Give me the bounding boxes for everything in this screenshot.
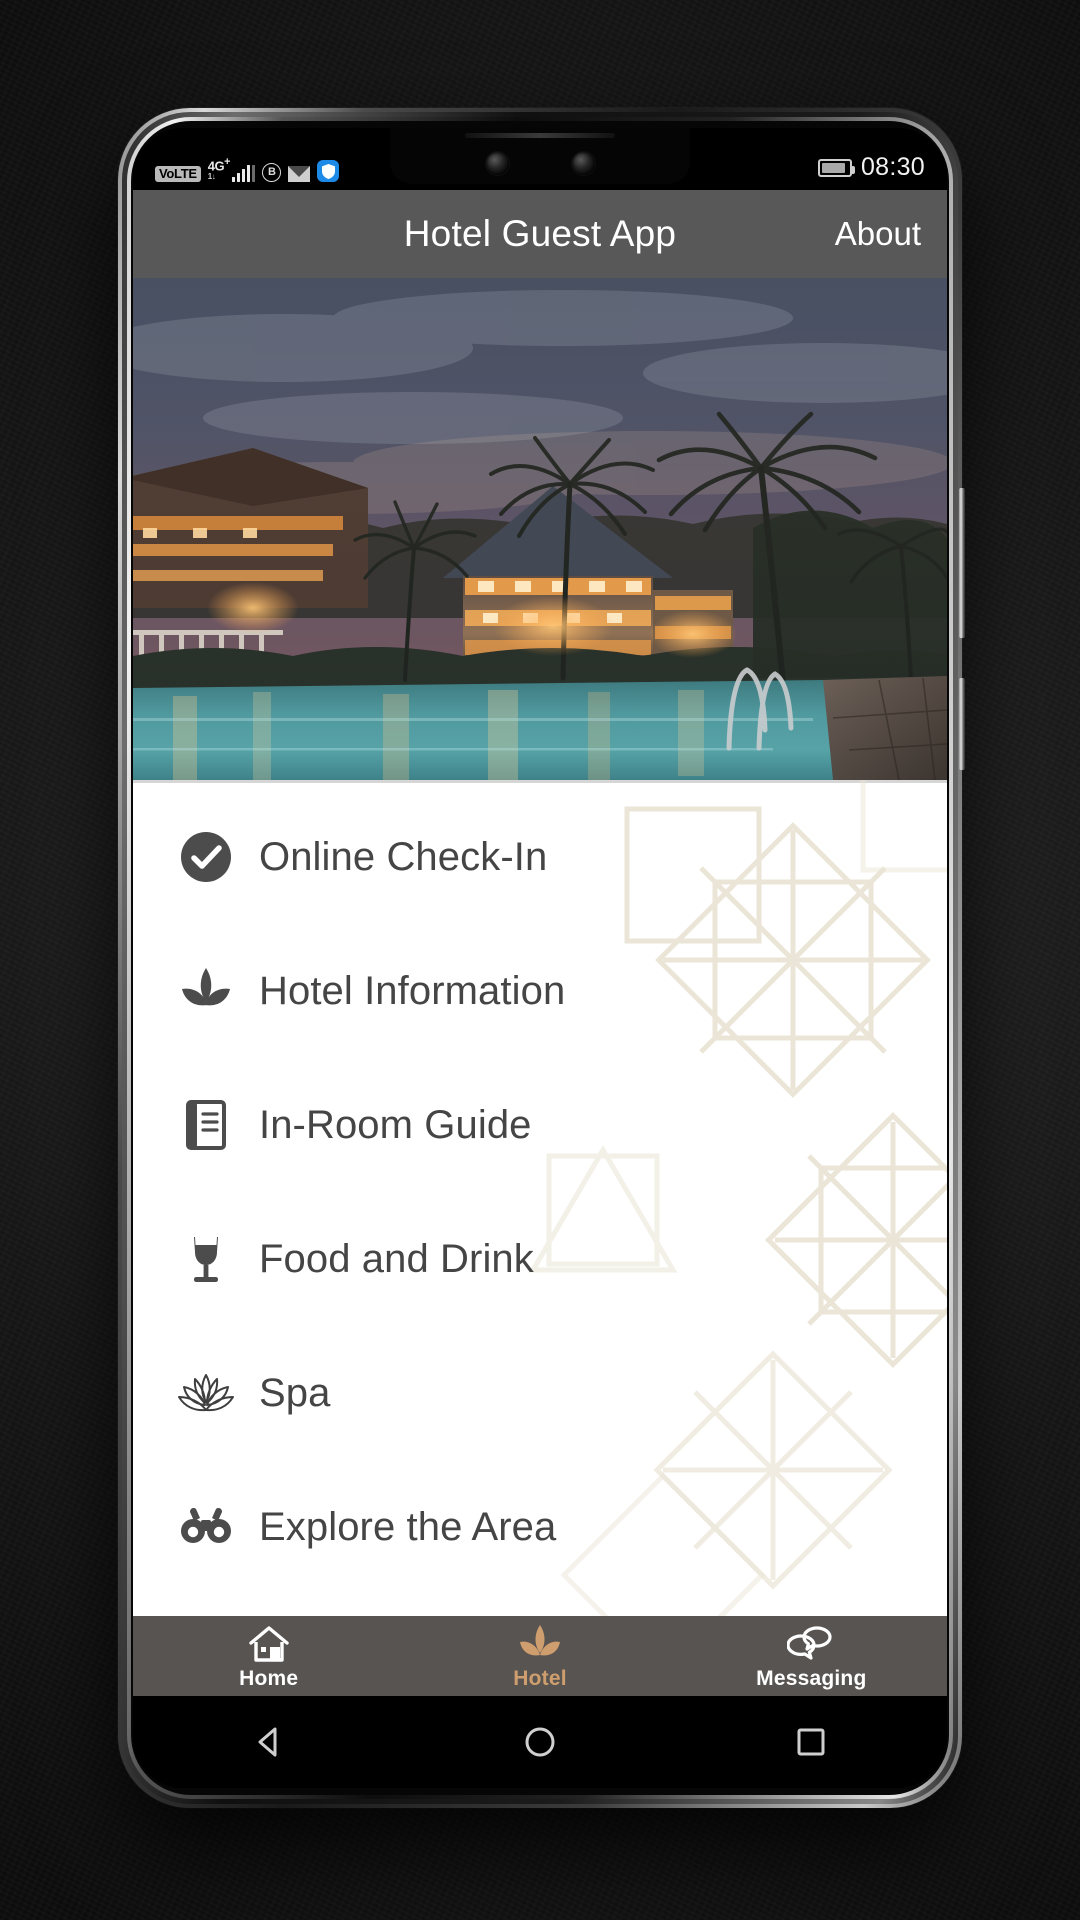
signal-strength-bars: [231, 165, 256, 182]
front-camera-icon: [486, 152, 509, 175]
binoculars-icon: [175, 1496, 237, 1558]
chat-bubbles-icon: [787, 1622, 835, 1664]
earpiece-speaker: [465, 133, 615, 138]
signal-bars-icon: 4G+ 1↓: [207, 155, 256, 182]
volte-badge: VoLTE: [155, 166, 201, 182]
menu-item-label: Food and Drink: [259, 1236, 534, 1281]
circle-b-icon: B: [262, 163, 282, 182]
wine-glass-icon: [175, 1228, 237, 1290]
menu-item-food-and-drink[interactable]: Food and Drink: [133, 1192, 947, 1326]
menu-item-label: In-Room Guide: [259, 1102, 532, 1147]
leaf-icon: [518, 1622, 562, 1664]
bottom-tab-bar: Home Hotel Messaging: [133, 1616, 947, 1696]
menu-item-label: Explore the Area: [259, 1504, 557, 1549]
tab-label: Messaging: [756, 1666, 867, 1690]
back-button[interactable]: [209, 1722, 329, 1762]
leaf-icon: [175, 960, 237, 1022]
menu-list-panel: Online Check-In Hotel Information In-Roo…: [133, 780, 947, 1616]
tab-messaging[interactable]: Messaging: [676, 1616, 947, 1696]
check-circle-icon: [175, 826, 237, 888]
menu-item-label: Hotel Information: [259, 968, 566, 1013]
menu-item-in-room-guide[interactable]: In-Room Guide: [133, 1058, 947, 1192]
display-notch: [390, 128, 690, 184]
android-nav-bar: [133, 1696, 947, 1788]
menu-item-spa[interactable]: Spa: [133, 1326, 947, 1460]
envelope-icon: [288, 166, 311, 182]
menu-list: Online Check-In Hotel Information In-Roo…: [133, 780, 947, 1616]
tab-label: Hotel: [513, 1666, 567, 1690]
about-button[interactable]: About: [835, 215, 921, 253]
shield-icon: [317, 160, 340, 182]
menu-item-label: Spa: [259, 1370, 331, 1415]
network-type-label: 4G+ 1↓: [207, 155, 231, 181]
status-bar-left: VoLTE 4G+ 1↓ B: [155, 155, 340, 182]
menu-item-hotel-information[interactable]: Hotel Information: [133, 924, 947, 1058]
menu-item-explore-the-area[interactable]: Explore the Area: [133, 1460, 947, 1594]
menu-item-online-check-in[interactable]: Online Check-In: [133, 790, 947, 924]
tab-home[interactable]: Home: [133, 1616, 404, 1696]
recents-button[interactable]: [751, 1722, 871, 1762]
power-button[interactable]: [959, 678, 965, 770]
home-button[interactable]: [480, 1722, 600, 1762]
volume-button[interactable]: [959, 488, 965, 638]
status-clock: 08:30: [860, 153, 925, 181]
status-bar-right: 08:30: [817, 153, 925, 182]
hero-image: [133, 278, 947, 780]
menu-item-label: Online Check-In: [259, 834, 548, 879]
phone-screen: VoLTE 4G+ 1↓ B 08:30 Hotel Guest App Abo…: [133, 128, 947, 1788]
house-icon: [248, 1622, 290, 1664]
tab-label: Home: [239, 1666, 299, 1690]
lotus-flower-icon: [175, 1362, 237, 1424]
tab-hotel[interactable]: Hotel: [404, 1616, 675, 1696]
battery-icon: [817, 158, 855, 177]
app-header-bar: Hotel Guest App About: [133, 190, 947, 278]
page-title: Hotel Guest App: [403, 213, 677, 254]
proximity-sensor-icon: [572, 152, 595, 175]
document-icon: [175, 1094, 237, 1156]
